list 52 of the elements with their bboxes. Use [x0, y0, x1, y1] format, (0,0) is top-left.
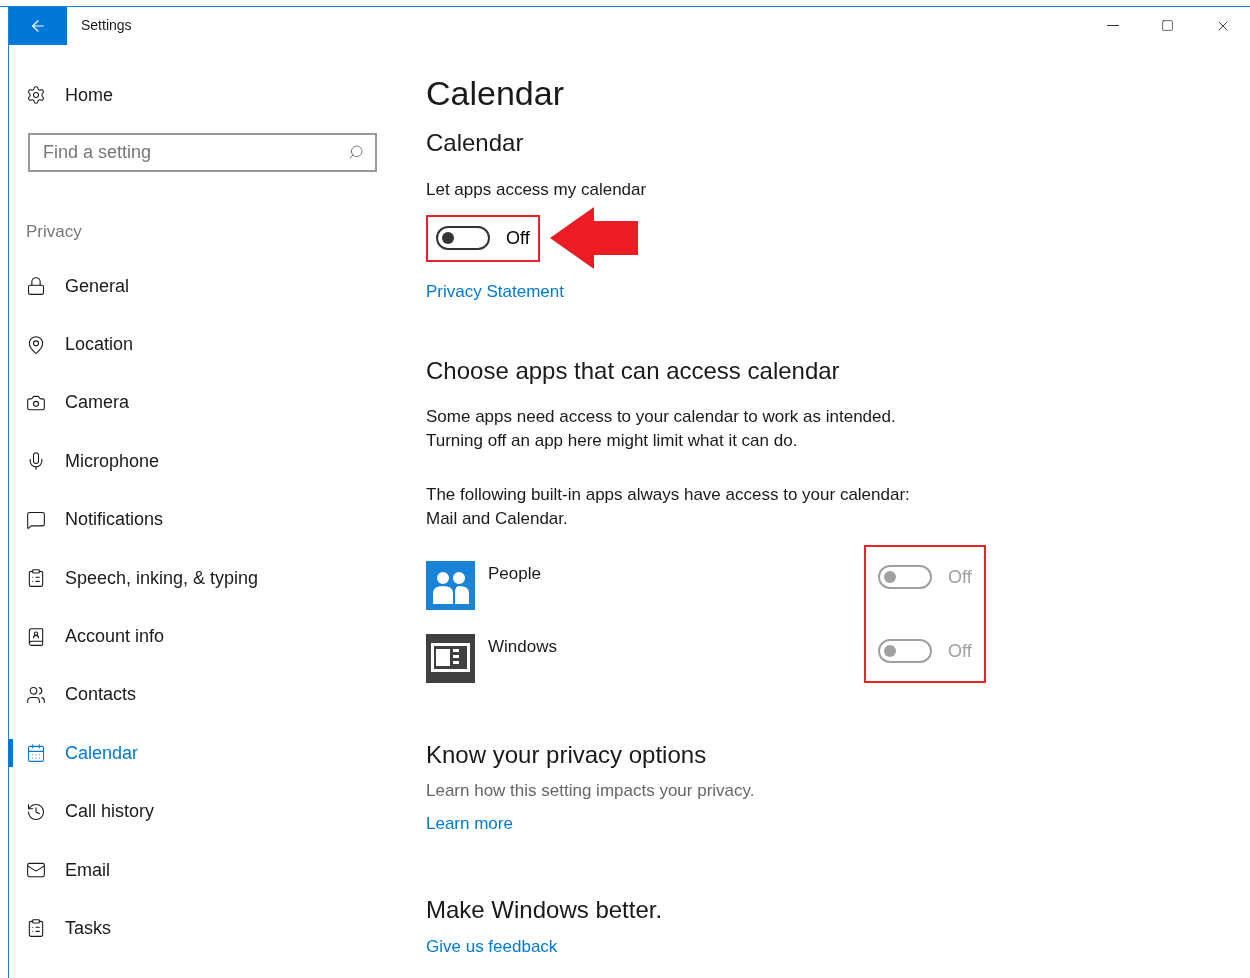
nav-item[interactable]: Call history: [26, 798, 155, 826]
calendar-icon: [26, 743, 46, 764]
nav-item[interactable]: Account info: [26, 623, 165, 651]
clipboard-icon: [26, 568, 46, 589]
toggle-state-label: Off: [506, 226, 530, 250]
nav-item[interactable]: Notifications: [26, 506, 164, 534]
nav-item[interactable]: Camera: [26, 389, 130, 417]
search-icon: [348, 144, 364, 160]
nav-item[interactable]: Tasks: [26, 915, 111, 942]
clock-icon: [26, 801, 46, 822]
privacy-statement-link[interactable]: Privacy Statement: [426, 279, 564, 305]
map-pin-icon: [26, 334, 46, 355]
app-name: Windows: [488, 635, 557, 658]
settings-icon: [26, 85, 46, 105]
minimize-icon: [1106, 25, 1119, 26]
home-nav-item[interactable]: Home: [26, 83, 113, 107]
setting-label: Let apps access my calendar: [426, 179, 648, 201]
search-field[interactable]: Find a setting: [28, 133, 377, 172]
speech-bubble-icon: [26, 509, 46, 530]
section-heading: Know your privacy options: [426, 739, 708, 770]
maximize-icon: [1161, 19, 1174, 32]
people-icon: [26, 684, 46, 705]
page-title: Calendar: [426, 73, 565, 114]
section-label: Privacy: [26, 221, 83, 243]
nav-item[interactable]: Contacts: [26, 681, 137, 709]
app-name: People: [488, 562, 541, 585]
selection-indicator: [8, 739, 13, 768]
clipboard-icon: [26, 918, 46, 939]
description-text: The following built-in apps always have access to your calendar:: [426, 483, 911, 506]
nav-item[interactable]: Location: [26, 331, 134, 359]
nav-item[interactable]: Email: [26, 856, 110, 884]
section-heading: Choose apps that can access calendar: [426, 355, 841, 386]
feedback-link[interactable]: Give us feedback: [426, 934, 558, 960]
description-text: Learn how this setting impacts your privacy.: [426, 779, 756, 802]
toggle-state-label: Off: [948, 639, 972, 663]
nav-item[interactable]: Microphone: [26, 447, 160, 475]
window-title: Settings: [81, 16, 132, 35]
nav-item[interactable]: Calendar: [26, 739, 139, 767]
section-heading: Make Windows better.: [426, 895, 664, 925]
toggle-switch[interactable]: [436, 226, 490, 250]
learn-more-link[interactable]: Learn more: [426, 810, 513, 836]
contact-card-icon: [26, 626, 46, 647]
description-text: Mail and Calendar.: [426, 507, 569, 530]
description-text: Turning off an app here might limit what it can do.: [426, 429, 799, 452]
description-text: Some apps need access to your calendar to work as intended.: [426, 405, 897, 428]
lock-icon: [26, 276, 46, 297]
window-app-icon: [426, 633, 475, 683]
nav-item[interactable]: General: [26, 272, 130, 300]
section-heading: Calendar: [426, 128, 525, 158]
toggle-state-label: Off: [948, 565, 972, 589]
people-app-icon: [426, 560, 475, 610]
nav-item[interactable]: Speech, inking, & typing: [26, 564, 259, 592]
